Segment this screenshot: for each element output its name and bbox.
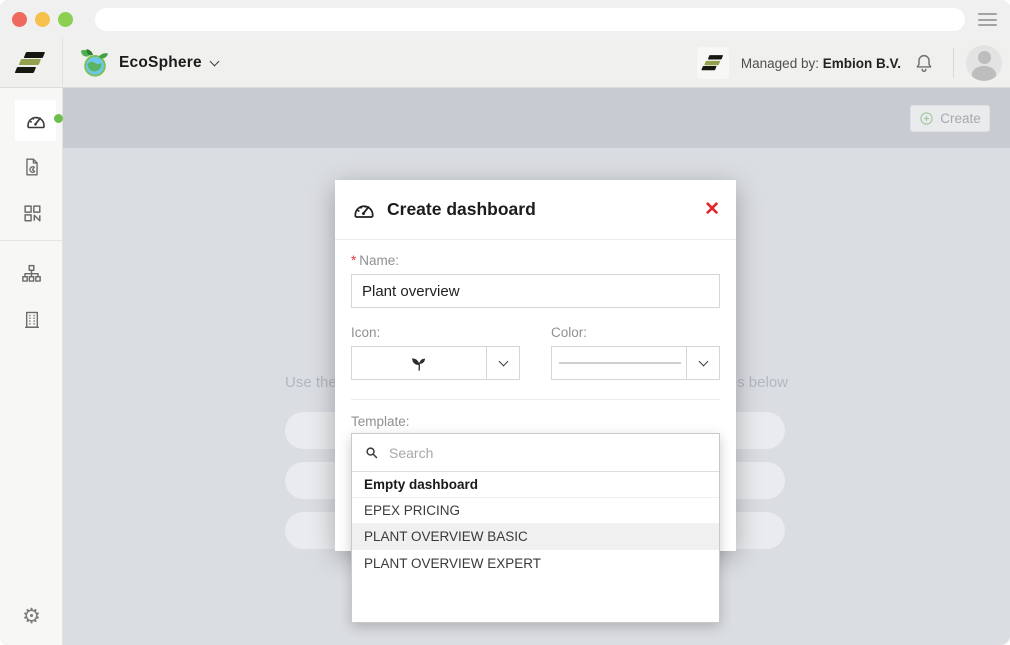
dashboard-gauge-icon xyxy=(24,109,48,133)
color-swatch xyxy=(559,362,681,364)
browser-menu-icon[interactable] xyxy=(978,13,997,30)
ecosphere-logo-icon xyxy=(80,48,110,78)
managed-by-label: Managed by: xyxy=(741,56,819,71)
brand-name: EcoSphere xyxy=(119,54,202,72)
embion-logo-icon xyxy=(16,52,46,75)
required-asterisk: * xyxy=(351,253,356,268)
sprout-icon xyxy=(409,353,429,373)
report-document-icon xyxy=(21,156,43,178)
template-option-empty-dashboard[interactable]: Empty dashboard xyxy=(352,472,719,498)
managed-by-text: Managed by: Embion B.V. xyxy=(741,56,901,71)
create-dashboard-button[interactable]: Create xyxy=(910,105,990,132)
icon-field-label: Icon: xyxy=(351,325,520,340)
browser-chrome xyxy=(0,0,1010,38)
color-select[interactable] xyxy=(551,346,720,380)
sidebar-item-widgets[interactable] xyxy=(0,193,63,233)
dashboard-gauge-icon xyxy=(351,197,377,223)
app-header: EcoSphere Managed by: Embion B.V. xyxy=(0,38,1010,88)
embion-logo[interactable] xyxy=(0,38,63,88)
modal-title: Create dashboard xyxy=(387,199,536,220)
managed-by-name: Embion B.V. xyxy=(823,56,901,71)
template-search-input[interactable] xyxy=(389,445,707,461)
color-field-label: Color: xyxy=(551,325,720,340)
app-window: EcoSphere Managed by: Embion B.V. xyxy=(0,0,1010,645)
template-field-label: Template: xyxy=(351,414,720,429)
hierarchy-sitemap-icon xyxy=(20,262,43,285)
minimize-window-button[interactable] xyxy=(35,12,50,27)
address-bar[interactable] xyxy=(95,8,965,31)
create-button-label: Create xyxy=(940,111,981,126)
chevron-down-icon xyxy=(209,56,219,66)
section-divider xyxy=(351,399,720,400)
sidebar-item-organization[interactable] xyxy=(0,300,63,340)
search-icon xyxy=(364,445,379,460)
name-field-label: *Name: xyxy=(351,253,720,268)
widgets-grid-icon xyxy=(21,202,43,224)
close-window-button[interactable] xyxy=(12,12,27,27)
page-toolbar: Create xyxy=(63,88,1010,148)
close-icon[interactable]: ✕ xyxy=(704,200,720,219)
header-divider xyxy=(953,48,954,78)
sidebar-item-hierarchy[interactable] xyxy=(0,253,63,293)
modal-body: *Name: Icon: xyxy=(335,240,736,429)
sidebar-item-reports[interactable] xyxy=(0,147,63,187)
template-dropdown: Empty dashboard EPEX PRICING PLANT OVERV… xyxy=(351,433,720,623)
template-option-epex-pricing[interactable]: EPEX PRICING xyxy=(352,498,719,524)
sidebar-divider xyxy=(0,240,62,241)
hint-text-right: es below xyxy=(729,374,788,391)
name-input[interactable] xyxy=(351,274,720,308)
managed-by-logo xyxy=(697,47,729,79)
template-search xyxy=(352,434,719,472)
plus-circle-icon xyxy=(919,111,934,126)
embion-logo-icon xyxy=(702,55,724,71)
icon-select[interactable] xyxy=(351,346,520,380)
modal-header: Create dashboard ✕ xyxy=(335,180,736,240)
active-status-dot xyxy=(54,114,63,123)
header-right: Managed by: Embion B.V. xyxy=(697,38,1002,88)
user-avatar[interactable] xyxy=(966,45,1002,81)
notifications-bell-icon[interactable] xyxy=(913,52,935,74)
sidebar: ⚙ xyxy=(0,88,63,645)
zoom-window-button[interactable] xyxy=(58,12,73,27)
chevron-down-icon[interactable] xyxy=(686,347,719,379)
gear-icon: ⚙ xyxy=(22,606,41,627)
chevron-down-icon[interactable] xyxy=(486,347,519,379)
template-option-plant-overview-basic[interactable]: PLANT OVERVIEW BASIC xyxy=(352,524,719,550)
template-option-plant-overview-expert[interactable]: PLANT OVERVIEW EXPERT xyxy=(352,550,719,576)
workspace-switcher[interactable]: EcoSphere xyxy=(80,38,218,88)
sidebar-item-dashboards[interactable] xyxy=(15,100,56,141)
building-icon xyxy=(21,309,43,331)
sidebar-item-settings[interactable]: ⚙ xyxy=(0,596,63,636)
